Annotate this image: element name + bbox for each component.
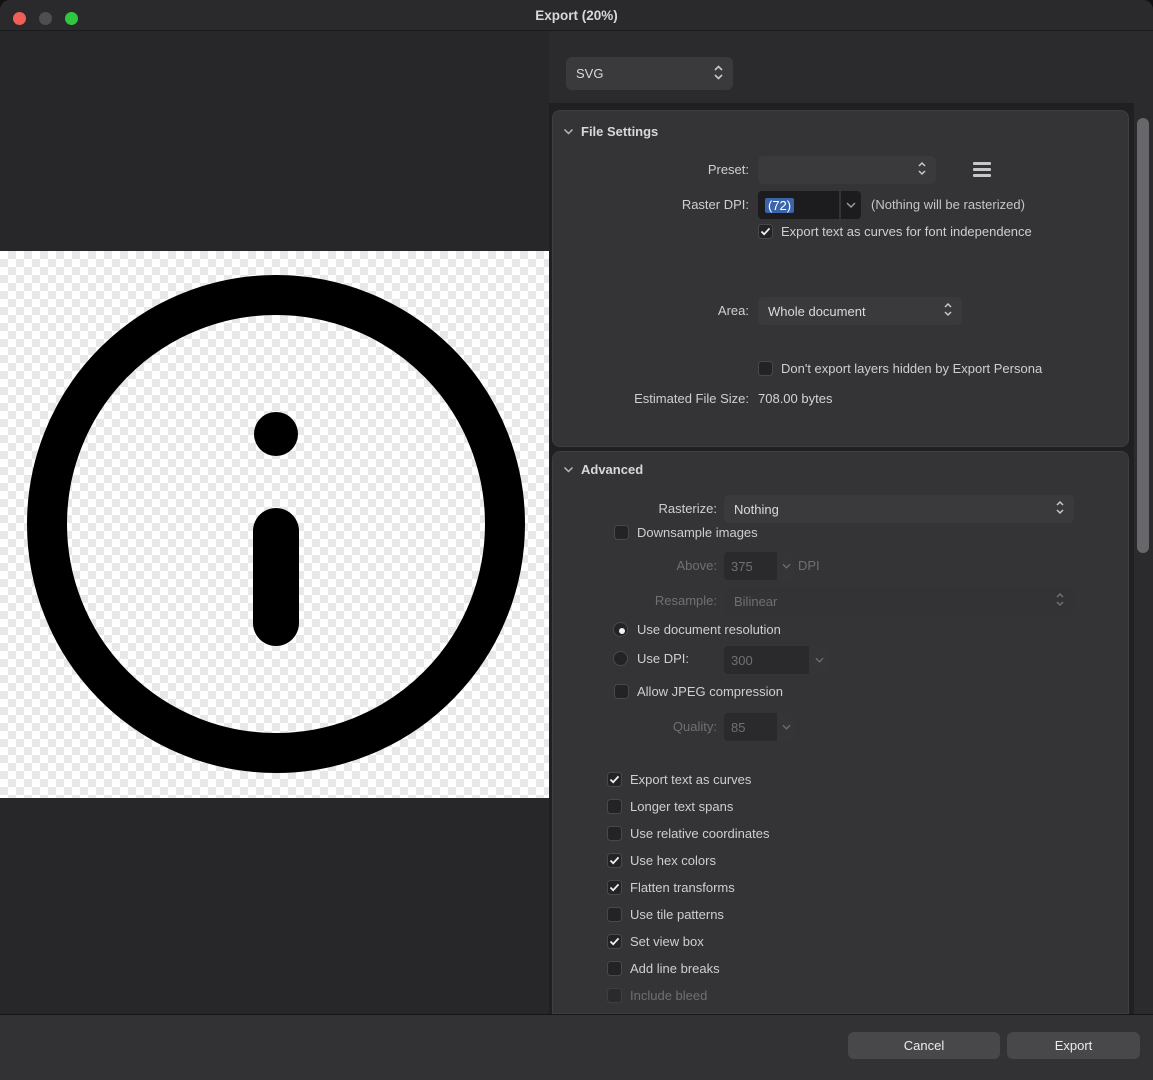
flatten-transforms-label: Flatten transforms xyxy=(630,880,735,896)
allow-jpeg-label: Allow JPEG compression xyxy=(637,684,783,700)
set-view-box-checkbox[interactable] xyxy=(607,934,622,949)
above-dropdown-button xyxy=(779,552,794,580)
include-bleed-checkbox xyxy=(607,988,622,1003)
downsample-label: Downsample images xyxy=(637,525,758,541)
chevron-down-icon xyxy=(846,202,856,208)
advanced-title: Advanced xyxy=(581,462,643,477)
checkmark-icon xyxy=(609,883,620,892)
chevron-down-icon xyxy=(782,563,791,569)
use-document-resolution-radio[interactable] xyxy=(613,622,628,637)
area-select[interactable]: Whole document xyxy=(758,297,962,325)
format-select[interactable]: SVG xyxy=(566,57,733,90)
set-view-box-label: Set view box xyxy=(630,934,704,950)
chevron-down-icon xyxy=(563,128,574,135)
format-select-value: SVG xyxy=(576,66,603,81)
add-line-breaks-label: Add line breaks xyxy=(630,961,720,977)
above-input: 375 xyxy=(724,552,777,580)
stepper-icon xyxy=(917,161,927,179)
above-value: 375 xyxy=(731,559,753,574)
quality-dropdown-button xyxy=(779,713,794,741)
chevron-down-icon xyxy=(782,724,791,730)
rasterize-select[interactable]: Nothing xyxy=(724,495,1074,523)
advanced-header[interactable]: Advanced xyxy=(563,462,643,477)
export-curves-font-label: Export text as curves for font independe… xyxy=(781,224,1032,240)
use-tile-patterns-checkbox[interactable] xyxy=(607,907,622,922)
add-line-breaks-checkbox[interactable] xyxy=(607,961,622,976)
dont-export-hidden-label: Don't export layers hidden by Export Per… xyxy=(781,361,1042,377)
chevron-down-icon xyxy=(815,657,824,663)
export-curves-font-checkbox[interactable] xyxy=(758,224,773,239)
use-hex-colors-checkbox[interactable] xyxy=(607,853,622,868)
use-dpi-label: Use DPI: xyxy=(637,651,689,667)
file-settings-header[interactable]: File Settings xyxy=(563,124,658,139)
use-relative-coordinates-checkbox[interactable] xyxy=(607,826,622,841)
checkmark-icon xyxy=(609,856,620,865)
estimated-size-label: Estimated File Size: xyxy=(569,391,749,407)
preset-select[interactable] xyxy=(758,156,936,184)
raster-dpi-input[interactable]: (72) xyxy=(758,191,839,219)
raster-dpi-dropdown-button[interactable] xyxy=(841,191,861,219)
estimated-size-value: 708.00 bytes xyxy=(758,391,832,407)
export-dialog: Export (20%) SVG File Settings xyxy=(0,0,1153,1080)
export-settings-pane: SVG File Settings Preset: Raster DPI: xyxy=(549,31,1153,1014)
area-select-value: Whole document xyxy=(768,304,866,319)
use-tile-patterns-label: Use tile patterns xyxy=(630,907,724,923)
stepper-icon xyxy=(713,64,724,84)
area-label: Area: xyxy=(569,303,749,319)
dont-export-hidden-checkbox[interactable] xyxy=(758,361,773,376)
raster-dpi-value: (72) xyxy=(765,198,794,213)
export-preview-pane xyxy=(0,31,549,1014)
use-dpi-dropdown-button xyxy=(811,646,827,674)
export-text-as-curves-checkbox[interactable] xyxy=(607,772,622,787)
checkmark-icon xyxy=(609,937,620,946)
window-title: Export (20%) xyxy=(0,0,1153,31)
checkmark-icon xyxy=(760,227,771,236)
dialog-footer: Cancel Export xyxy=(0,1014,1153,1080)
quality-value: 85 xyxy=(731,720,745,735)
use-dpi-radio[interactable] xyxy=(613,651,628,666)
stepper-icon xyxy=(1055,500,1065,518)
stepper-icon xyxy=(943,302,953,320)
advanced-panel: Advanced Rasterize: Nothing Downsample i… xyxy=(552,451,1129,1014)
use-dpi-value: 300 xyxy=(731,653,753,668)
quality-input: 85 xyxy=(724,713,777,741)
longer-text-spans-checkbox[interactable] xyxy=(607,799,622,814)
raster-dpi-label: Raster DPI: xyxy=(569,197,749,213)
rasterize-label: Rasterize: xyxy=(557,501,717,517)
transparency-checkerboard xyxy=(0,251,549,798)
info-icon-preview xyxy=(0,251,549,798)
resample-label: Resample: xyxy=(557,593,717,609)
above-dpi-suffix: DPI xyxy=(798,558,820,574)
stepper-icon xyxy=(1055,592,1065,610)
file-settings-title: File Settings xyxy=(581,124,658,139)
file-settings-panel: File Settings Preset: Raster DPI: (72) (… xyxy=(552,110,1129,447)
cancel-button[interactable]: Cancel xyxy=(848,1032,1000,1059)
raster-dpi-note: (Nothing will be rasterized) xyxy=(871,197,1025,213)
preset-menu-icon[interactable] xyxy=(973,162,991,177)
export-text-as-curves-label: Export text as curves xyxy=(630,772,751,788)
rasterize-select-value: Nothing xyxy=(734,502,779,517)
checkmark-icon xyxy=(609,775,620,784)
include-bleed-label: Include bleed xyxy=(630,988,707,1004)
chevron-down-icon xyxy=(563,466,574,473)
use-relative-coordinates-label: Use relative coordinates xyxy=(630,826,769,842)
export-button[interactable]: Export xyxy=(1007,1032,1140,1059)
titlebar: Export (20%) xyxy=(0,0,1153,31)
use-dpi-input: 300 xyxy=(724,646,809,674)
longer-text-spans-label: Longer text spans xyxy=(630,799,733,815)
allow-jpeg-checkbox[interactable] xyxy=(614,684,629,699)
use-hex-colors-label: Use hex colors xyxy=(630,853,716,869)
preset-label: Preset: xyxy=(569,162,749,178)
above-label: Above: xyxy=(557,558,717,574)
resample-select-value: Bilinear xyxy=(734,594,777,609)
flatten-transforms-checkbox[interactable] xyxy=(607,880,622,895)
downsample-checkbox[interactable] xyxy=(614,525,629,540)
use-document-resolution-label: Use document resolution xyxy=(637,622,781,638)
quality-label: Quality: xyxy=(557,719,717,735)
resample-select: Bilinear xyxy=(724,587,1074,615)
scrollbar-thumb[interactable] xyxy=(1137,118,1149,553)
